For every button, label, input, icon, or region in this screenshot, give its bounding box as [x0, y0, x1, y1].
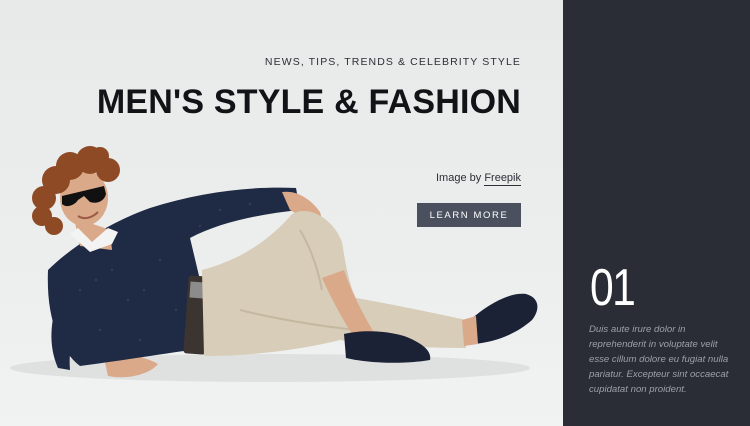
hero-eyebrow: NEWS, TIPS, TRENDS & CELEBRITY STYLE [264, 56, 521, 68]
page: NEWS, TIPS, TRENDS & CELEBRITY STYLE MEN… [0, 0, 750, 426]
hero-title: MEN'S STYLE & FASHION [96, 83, 521, 121]
freepik-link[interactable]: Freepik [484, 172, 521, 186]
feature-number: 01 [590, 259, 636, 317]
feature-description: Duis aute irure dolor in reprehenderit i… [589, 324, 729, 395]
hero-section: NEWS, TIPS, TRENDS & CELEBRITY STYLE MEN… [0, 0, 563, 426]
feature-panel: 01 Duis aute irure dolor in reprehenderi… [563, 0, 750, 426]
learn-more-button[interactable]: LEARN MORE [417, 203, 521, 227]
image-credit: Image by Freepik [436, 172, 521, 186]
image-credit-prefix: Image by [436, 172, 482, 184]
